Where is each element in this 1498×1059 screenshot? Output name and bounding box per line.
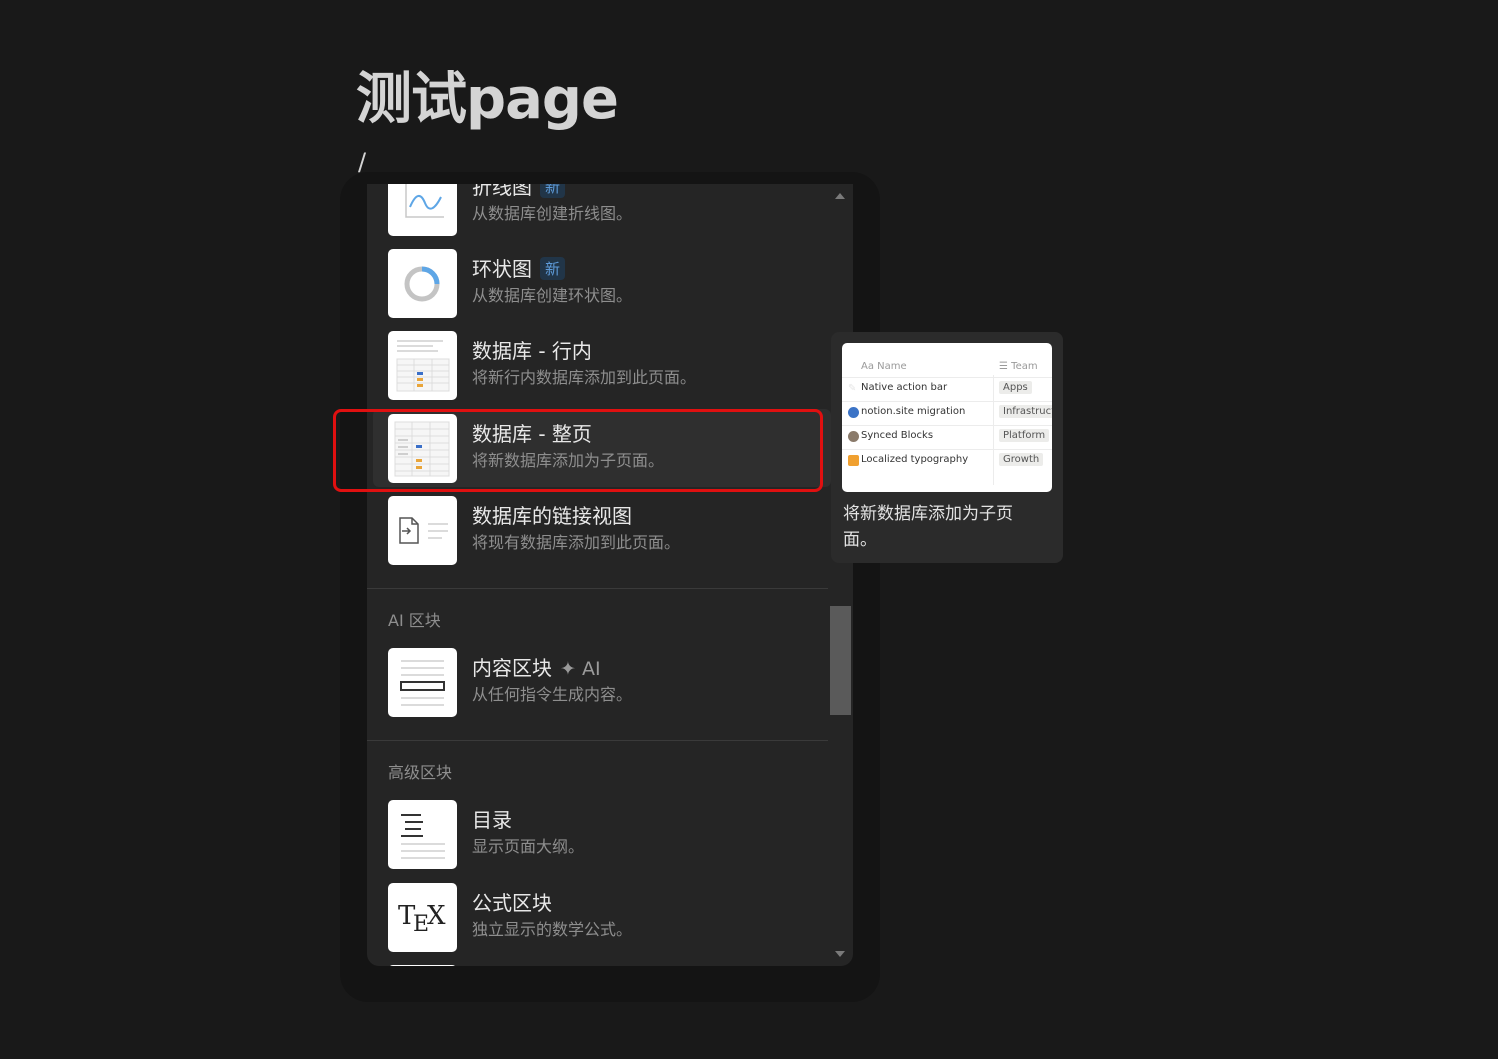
menu-item-next[interactable]: [373, 965, 831, 966]
preview-row-team: Platform: [999, 429, 1050, 442]
preview-row-name: Synced Blocks: [861, 430, 934, 441]
preview-header-team: ☰ Team: [999, 361, 1038, 372]
menu-item-content-block[interactable]: 内容区块 ✦ AI 从任何指令生成内容。: [373, 648, 831, 730]
linked-database-icon: [388, 496, 457, 565]
menu-item-title: 公式区块: [472, 891, 552, 915]
preview-caption: 将新数据库添加为子页面。: [843, 504, 1013, 550]
preview-row-name: Localized typography: [861, 454, 969, 465]
section-label-advanced: 高级区块: [388, 763, 453, 782]
menu-item-desc: 将新行内数据库添加到此页面。: [472, 368, 697, 387]
menu-item-title: 目录: [472, 808, 512, 832]
menu-item-title: 环状图新: [472, 253, 566, 282]
menu-item-formula-block[interactable]: T E X 公式区块 独立显示的数学公式。: [373, 883, 831, 965]
typography-icon: [848, 455, 859, 466]
database-full-page-icon: [388, 414, 457, 483]
sparkle-icon: ✦: [560, 658, 576, 680]
menu-item-desc: 显示页面大纲。: [472, 837, 585, 856]
new-badge: 新: [540, 184, 566, 198]
line-chart-icon: [388, 184, 457, 236]
preview-row-team: Infrastruct: [999, 405, 1052, 418]
preview-row: ✎ Native action bar Apps: [842, 377, 1052, 402]
preview-row-name: notion.site migration: [861, 406, 966, 417]
section-label-ai: AI 区块: [388, 611, 441, 630]
menu-item-donut-chart[interactable]: 环状图新 从数据库创建环状图。: [373, 249, 831, 331]
menu-item-desc: 从任何指令生成内容。: [472, 685, 633, 704]
sync-icon: [848, 431, 859, 442]
menu-item-desc: 将新数据库添加为子页面。: [472, 451, 665, 470]
section-divider: [367, 740, 828, 741]
ai-sparkle-tag: ✦ AI: [560, 658, 601, 680]
menu-item-title: 折线图新: [472, 184, 566, 200]
scroll-up-arrow-icon[interactable]: [835, 193, 845, 199]
preview-row-name: Native action bar: [861, 382, 948, 393]
list-property-icon: ☰: [999, 361, 1008, 372]
preview-row-team: Growth: [999, 453, 1044, 466]
menu-item-title: 内容区块 ✦ AI: [472, 656, 601, 680]
preview-panel: Aa Name ☰ Team ✎ Native action bar Apps …: [831, 332, 1063, 563]
menu-item-title: 数据库 - 行内: [472, 339, 592, 363]
table-of-contents-icon: [388, 800, 457, 869]
menu-item-database-inline[interactable]: 数据库 - 行内 将新行内数据库添加到此页面。: [373, 331, 831, 413]
scrollbar-thumb[interactable]: [830, 606, 851, 715]
menu-item-desc: 独立显示的数学公式。: [472, 920, 633, 939]
slash-command-menu[interactable]: 折线图新 从数据库创建折线图。 环状图新 从数据库创建环状图。 数据库 - 行内…: [367, 184, 853, 966]
preview-header-name: Aa Name: [861, 361, 907, 372]
pencil-icon: ✎: [848, 383, 857, 394]
menu-item-desc: 从数据库创建环状图。: [472, 286, 633, 305]
menu-item-table-of-contents[interactable]: 目录 显示页面大纲。: [373, 800, 831, 882]
tex-icon: T E X: [388, 883, 457, 952]
preview-row: notion.site migration Infrastruct: [842, 401, 1052, 426]
svg-text:X: X: [427, 901, 446, 931]
donut-chart-icon: [388, 249, 457, 318]
menu-item-desc: 将现有数据库添加到此页面。: [472, 533, 681, 552]
menu-item-linked-database[interactable]: 数据库的链接视图 将现有数据库添加到此页面。: [373, 496, 831, 578]
menu-item-title: 数据库的链接视图: [472, 504, 632, 528]
new-badge: 新: [540, 257, 566, 280]
page-title[interactable]: 测试page: [356, 62, 619, 138]
section-divider: [367, 588, 828, 589]
menu-item-title: 数据库 - 整页: [472, 422, 592, 446]
preview-image: Aa Name ☰ Team ✎ Native action bar Apps …: [842, 343, 1052, 492]
menu-scrollbar[interactable]: [830, 184, 852, 966]
preview-row: Localized typography Growth: [842, 449, 1052, 474]
text-property-icon: Aa: [861, 361, 874, 372]
menu-item-desc: 从数据库创建折线图。: [472, 204, 633, 223]
preview-row-team: Apps: [999, 381, 1032, 394]
content-block-icon: [388, 648, 457, 717]
globe-icon: [848, 407, 859, 418]
next-item-icon: [388, 965, 457, 966]
scroll-down-arrow-icon[interactable]: [835, 951, 845, 957]
preview-row: Synced Blocks Platform: [842, 425, 1052, 450]
database-inline-icon: [388, 331, 457, 400]
menu-item-line-chart[interactable]: 折线图新 从数据库创建折线图。: [373, 184, 831, 249]
menu-item-database-full-page[interactable]: 数据库 - 整页 将新数据库添加为子页面。: [373, 409, 831, 487]
